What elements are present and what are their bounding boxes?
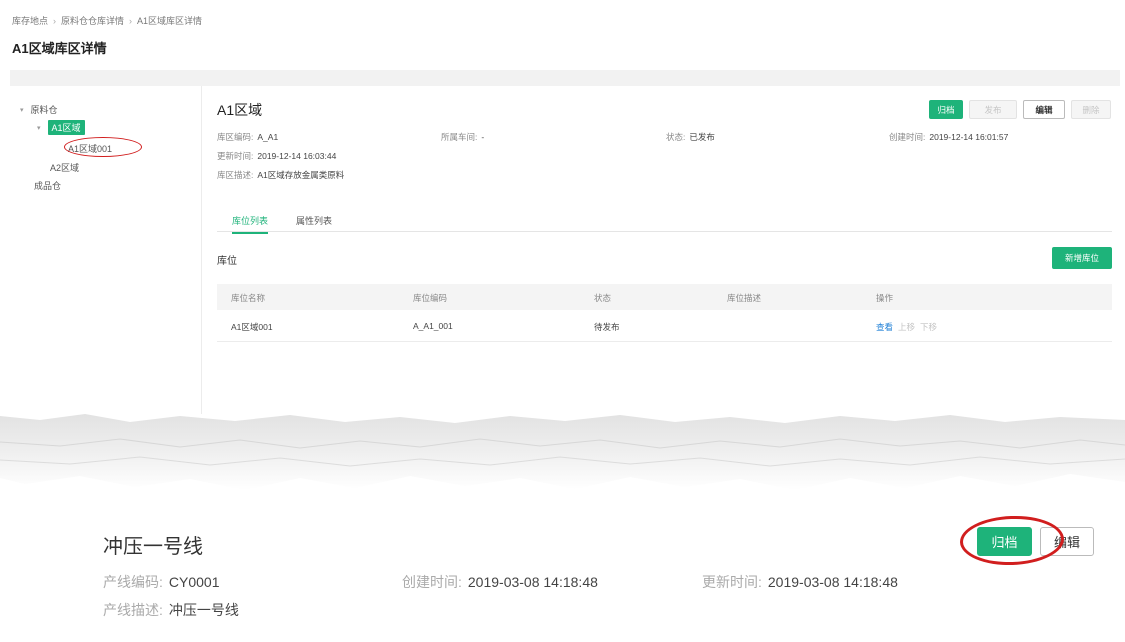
tree-node-finished-warehouse[interactable]: 成品仓 (34, 179, 61, 192)
edit-button[interactable]: 编辑 (1023, 100, 1065, 119)
breadcrumb-separator: › (53, 16, 57, 26)
column-header[interactable]: 状态 (594, 292, 611, 304)
publish-button[interactable]: 发布 (969, 100, 1017, 119)
status-field: 状态: 已发布 (666, 131, 715, 143)
line-description-value: 冲压一号线 (168, 602, 239, 618)
header-divider (10, 70, 1120, 86)
line-description-field: 产线描述: 冲压一号线 (103, 600, 239, 620)
view-link[interactable]: 查看 (876, 322, 893, 332)
tree-node-a1-area[interactable]: ▾ A1区域 (37, 120, 85, 135)
updated-time-value: 2019-12-14 16:03:44 (257, 151, 337, 161)
breadcrumb-item-current: A1区域库区详情 (137, 16, 203, 26)
annotation-ellipse (64, 137, 142, 157)
breadcrumb-separator: › (129, 16, 133, 26)
table-header: 库位名称 库位编码 状态 库位描述 操作 (217, 284, 1112, 310)
tree-node-label-selected: A1区域 (47, 120, 85, 135)
torn-edge-separator (0, 414, 1125, 490)
created-time-value: 2019-12-14 16:01:57 (929, 132, 1009, 142)
archive-button[interactable]: 归档 (929, 100, 963, 119)
tree-node-label: 成品仓 (34, 181, 62, 191)
area-description-field: 库区描述: A1区域存放金属类原料 (217, 169, 344, 181)
tree-node-label: 原料仓 (30, 105, 58, 115)
status-label: 状态: (666, 132, 686, 142)
move-up-link[interactable]: 上移 (898, 322, 915, 332)
tree-node-a2-area[interactable]: A2区域 (50, 161, 79, 174)
location-code-cell: A_A1_001 (413, 321, 453, 331)
table-row[interactable]: A1区域001 A_A1_001 待发布 查看 上移 下移 (217, 312, 1112, 342)
warehouse-area-detail-screen: 库存地点 › 原料仓仓库详情 › A1区域库区详情 A1区域库区详情 ▾ 原料仓 ▾ A… (0, 0, 1125, 415)
line-created-field: 创建时间: 2019-03-08 14:18:48 (402, 572, 598, 592)
tree-node-label: A2区域 (50, 163, 80, 173)
line-updated-value: 2019-03-08 14:18:48 (767, 574, 898, 590)
production-line-detail-screen: 冲压一号线 产线编码: CY0001 创建时间: 2019-03-08 14:18:… (0, 500, 1125, 642)
section-title: 库位 (217, 256, 237, 267)
detail-tabs: 库位列表 属性列表 (217, 208, 1112, 234)
breadcrumb: 库存地点 › 原料仓仓库详情 › A1区域库区详情 (12, 14, 202, 27)
column-header[interactable]: 库位编码 (413, 292, 447, 304)
updated-time-label: 更新时间: (217, 151, 254, 161)
line-code-value: CY0001 (168, 574, 220, 590)
line-created-value: 2019-03-08 14:18:48 (467, 574, 598, 590)
row-actions: 查看 上移 下移 (876, 321, 942, 333)
location-status-cell: 待发布 (594, 322, 620, 332)
area-detail-panel: A1区域 归档 发布 编辑 删除 库区编码: A_A1 所属车间: - 状态: 已发布… (203, 86, 1120, 414)
annotation-ellipse (959, 514, 1065, 567)
workshop-label: 所属车间: (441, 132, 478, 142)
workshop-value: - (481, 132, 485, 142)
area-title: A1区域 (217, 102, 263, 118)
line-updated-field: 更新时间: 2019-03-08 14:18:48 (702, 572, 898, 592)
line-created-label: 创建时间: (402, 574, 462, 590)
created-time-label: 创建时间: (889, 132, 926, 142)
column-header[interactable]: 操作 (876, 292, 893, 304)
area-code-label: 库区编码: (217, 132, 254, 142)
column-header[interactable]: 库位名称 (231, 292, 265, 304)
area-description-value: A1区域存放金属类原料 (257, 170, 345, 180)
updated-time-field: 更新时间: 2019-12-14 16:03:44 (217, 150, 336, 162)
delete-button[interactable]: 删除 (1071, 100, 1111, 119)
area-code-field: 库区编码: A_A1 (217, 131, 278, 143)
add-location-button[interactable]: 新增库位 (1052, 247, 1112, 269)
breadcrumb-item-raw-warehouse[interactable]: 原料仓仓库详情 (61, 16, 124, 26)
tab-location-list[interactable]: 库位列表 (232, 214, 269, 234)
page-title: A1区域库区详情 (12, 41, 107, 56)
line-updated-label: 更新时间: (702, 574, 762, 590)
caret-down-icon[interactable]: ▾ (37, 124, 41, 132)
column-header[interactable]: 库位描述 (727, 292, 761, 304)
warehouse-tree-panel: ▾ 原料仓 ▾ A1区域 A1区域001 A2区域 成品仓 (10, 86, 202, 414)
location-name-cell: A1区域001 (231, 322, 273, 332)
line-code-field: 产线编码: CY0001 (103, 572, 219, 592)
workshop-field: 所属车间: - (441, 131, 484, 143)
area-description-label: 库区描述: (217, 170, 254, 180)
line-code-label: 产线编码: (103, 574, 163, 590)
tree-node-raw-warehouse[interactable]: ▾ 原料仓 (20, 103, 58, 116)
production-line-title: 冲压一号线 (103, 536, 203, 558)
created-time-field: 创建时间: 2019-12-14 16:01:57 (889, 131, 1008, 143)
breadcrumb-item-location[interactable]: 库存地点 (12, 16, 48, 26)
line-description-label: 产线描述: (103, 602, 163, 618)
area-code-value: A_A1 (257, 132, 279, 142)
caret-down-icon[interactable]: ▾ (20, 106, 24, 114)
tab-attribute-list[interactable]: 属性列表 (296, 214, 332, 227)
move-down-link[interactable]: 下移 (920, 322, 937, 332)
status-value: 已发布 (689, 132, 715, 142)
